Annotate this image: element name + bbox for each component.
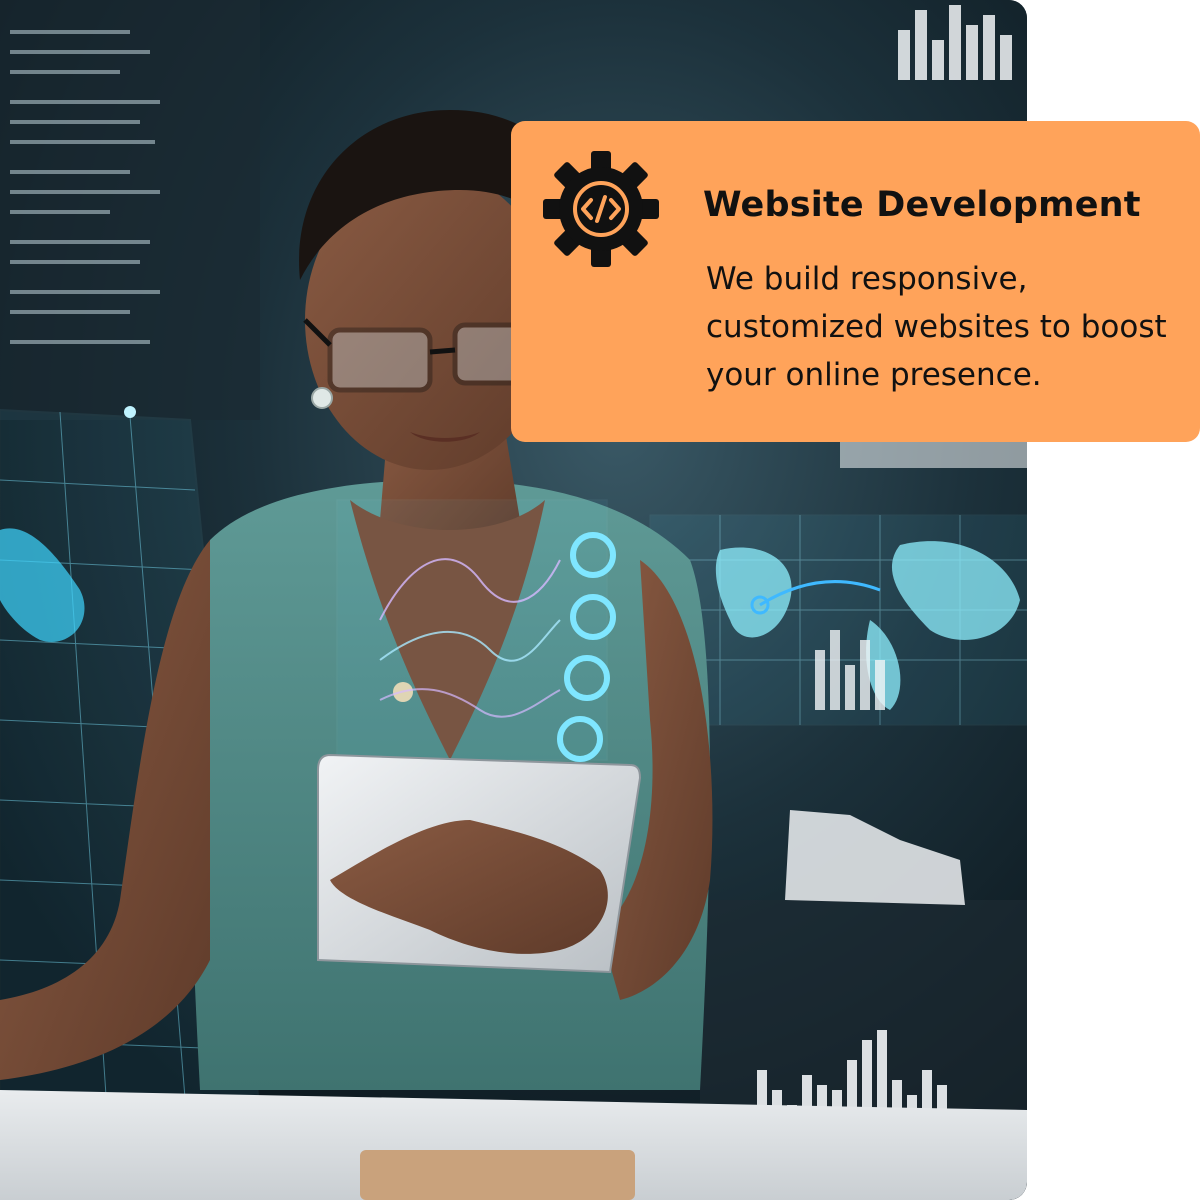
card-title: Website Development — [703, 185, 1141, 225]
service-card: Website Development We build responsive,… — [511, 121, 1200, 442]
center-holo-panel — [336, 499, 616, 762]
small-bar-strip — [840, 440, 1027, 468]
top-bar-chart — [898, 5, 1012, 80]
notebook — [360, 1150, 635, 1200]
page-canvas: Website Development We build responsive,… — [0, 0, 1200, 1200]
gear-code-icon — [543, 151, 659, 267]
card-description: We build responsive, customized websites… — [706, 261, 1167, 393]
